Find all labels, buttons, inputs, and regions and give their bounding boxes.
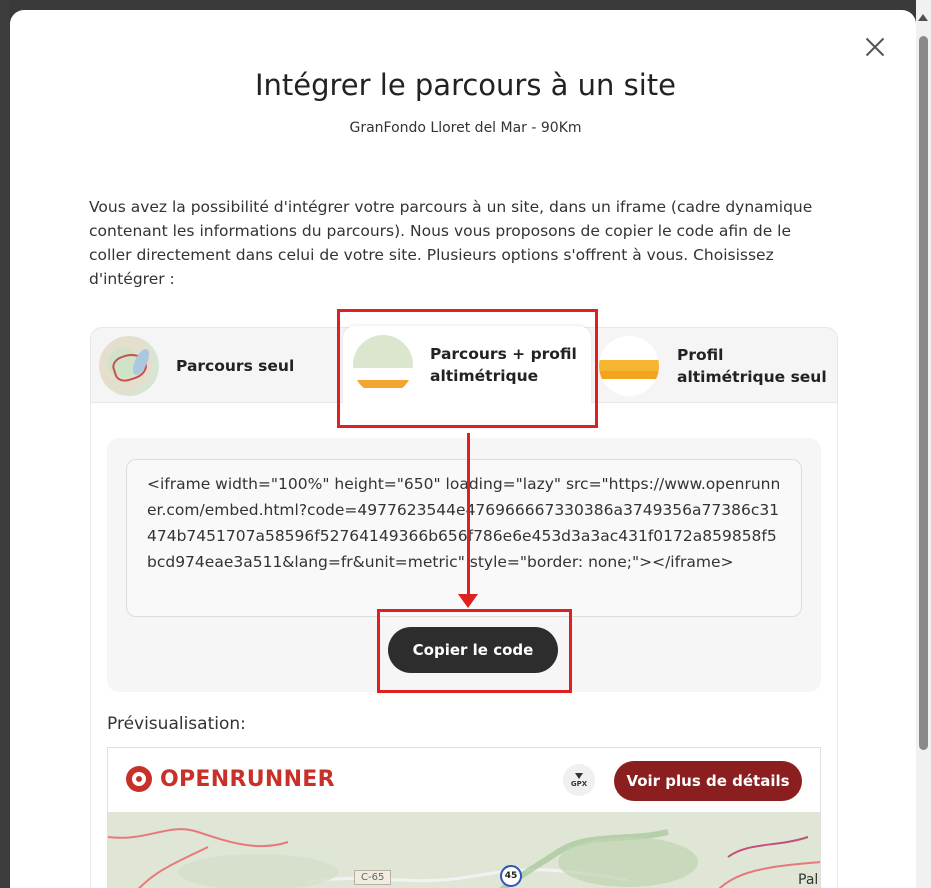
brand-name: OPENRUNNER bbox=[160, 766, 335, 792]
preview-map[interactable]: C-65 45 Pal bbox=[108, 812, 820, 888]
map-city-label: Pal bbox=[798, 872, 819, 888]
brand[interactable]: OPENRUNNER bbox=[126, 766, 335, 792]
map-thumbnail-icon bbox=[99, 336, 159, 396]
openrunner-logo-icon bbox=[126, 766, 152, 792]
preview-label: Prévisualisation: bbox=[107, 714, 246, 734]
tab-label: Parcours seul bbox=[176, 357, 295, 375]
map-roads bbox=[108, 828, 820, 888]
highlight-copy-button bbox=[377, 609, 572, 693]
tab-profil-seul[interactable]: Profil altimétrique seul bbox=[599, 328, 837, 404]
modal-title: Intégrer le parcours à un site bbox=[254, 68, 677, 102]
intro-text: Vous avez la possibilité d'intégrer votr… bbox=[89, 198, 813, 288]
modal-subtitle: GranFondo Lloret del Mar - 90Km bbox=[349, 120, 582, 136]
tab-parcours-seul[interactable]: Parcours seul bbox=[99, 328, 339, 404]
tab-label: Profil altimétrique seul bbox=[677, 346, 827, 386]
road-label: C-65 bbox=[354, 870, 392, 885]
view-details-button[interactable]: Voir plus de détails bbox=[614, 761, 802, 801]
highlight-selected-tab bbox=[337, 309, 598, 428]
arrow-head-icon bbox=[458, 594, 478, 608]
profile-thumbnail-icon bbox=[599, 336, 659, 396]
download-gpx-button[interactable]: GPX bbox=[563, 764, 595, 796]
scrollbar-thumb[interactable] bbox=[919, 36, 928, 750]
embed-preview: OPENRUNNER GPX Voir plus de détails C-65… bbox=[107, 747, 821, 888]
annotation-arrow bbox=[467, 433, 470, 597]
download-gpx-icon bbox=[575, 772, 583, 779]
scroll-up-icon[interactable] bbox=[918, 14, 928, 21]
gpx-label: GPX bbox=[570, 779, 588, 788]
route-badge: 45 bbox=[500, 865, 522, 887]
close-icon[interactable] bbox=[862, 34, 888, 60]
preview-header: OPENRUNNER GPX Voir plus de détails bbox=[108, 748, 820, 812]
